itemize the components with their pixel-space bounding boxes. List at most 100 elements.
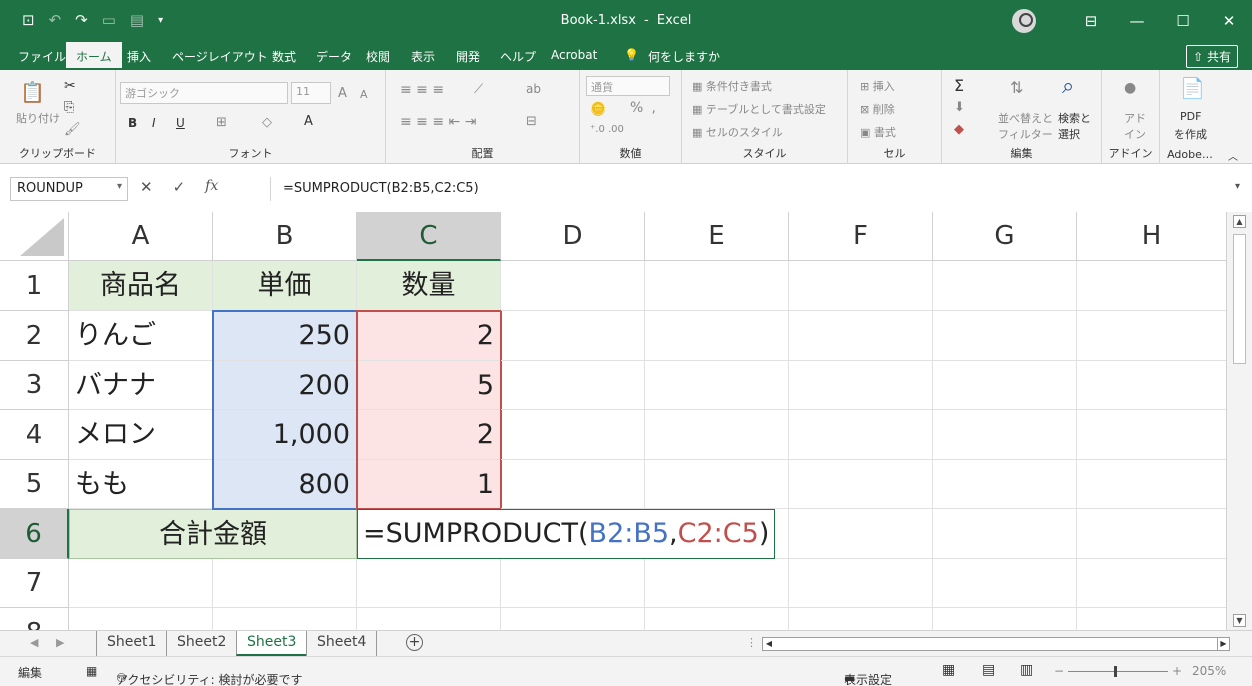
paste-label[interactable]: 貼り付け [16, 110, 60, 126]
cell-c2[interactable]: 2 [357, 311, 501, 361]
cell-f2[interactable] [789, 311, 933, 361]
cell-d2[interactable] [501, 311, 645, 361]
percent-button[interactable]: % [630, 100, 643, 116]
cell-a6-merged[interactable]: 合計金額 [69, 509, 357, 559]
cell-b1[interactable]: 単価 [213, 261, 357, 311]
cell-d4[interactable] [501, 410, 645, 460]
cell-a3[interactable]: バナナ [69, 361, 213, 410]
sheet-tab-3[interactable]: Sheet3 [236, 631, 307, 656]
cell-d5[interactable] [501, 460, 645, 509]
cell-h1[interactable] [1077, 261, 1227, 311]
zoom-out-icon[interactable]: − [1054, 664, 1064, 678]
cell-g4[interactable] [933, 410, 1077, 460]
cell-b3[interactable]: 200 [213, 361, 357, 410]
sheet-tab-4[interactable]: Sheet4 [306, 631, 378, 656]
create-pdf-label-1[interactable]: PDF [1180, 110, 1201, 123]
copy-icon[interactable]: ⎘ [64, 100, 74, 115]
cell-d1[interactable] [501, 261, 645, 311]
tab-insert[interactable]: 挿入 [127, 48, 151, 65]
column-header-b[interactable]: B [213, 212, 357, 261]
autosum-button[interactable]: Σ [954, 76, 964, 95]
sort-filter-icon[interactable]: ⇅ [1010, 78, 1023, 97]
minimize-button[interactable]: — [1114, 12, 1160, 30]
merge-center-icon[interactable]: ⊟ [526, 114, 537, 129]
row-header-4[interactable]: 4 [0, 410, 69, 460]
tab-acrobat[interactable]: Acrobat [551, 48, 597, 62]
cell-d8[interactable] [501, 608, 645, 630]
find-select-icon[interactable]: ⌕ [1062, 74, 1074, 99]
cell-h5[interactable] [1077, 460, 1227, 509]
cell-h8[interactable] [1077, 608, 1227, 630]
row-header-7[interactable]: 7 [0, 559, 69, 608]
insert-function-button[interactable]: fx [205, 178, 218, 196]
collapse-ribbon-icon[interactable]: ︿ [1228, 148, 1238, 163]
scroll-right-icon[interactable]: ▶ [1217, 638, 1229, 650]
tab-view[interactable]: 表示 [411, 48, 435, 65]
cut-icon[interactable]: ✂ [64, 78, 76, 94]
cell-g2[interactable] [933, 311, 1077, 361]
cell-a4[interactable]: メロン [69, 410, 213, 460]
wrap-text-icon[interactable]: ab [526, 82, 541, 96]
cell-f5[interactable] [789, 460, 933, 509]
cell-c1[interactable]: 数量 [357, 261, 501, 311]
cell-styles-button[interactable]: ▦ セルのスタイル [692, 124, 783, 140]
tab-formulas[interactable]: 数式 [272, 48, 296, 65]
cell-c4[interactable]: 2 [357, 410, 501, 460]
fill-color-icon[interactable]: ◇ [262, 115, 272, 130]
find-select-label-2[interactable]: 選択 [1058, 126, 1080, 142]
tab-developer[interactable]: 開発 [456, 48, 480, 65]
grow-font-button[interactable]: A [338, 86, 347, 101]
tab-home[interactable]: ホーム [66, 42, 122, 70]
cell-h3[interactable] [1077, 361, 1227, 410]
tab-page-layout[interactable]: ページレイアウト [172, 48, 268, 65]
next-sheet-icon[interactable]: ▶ [56, 636, 64, 649]
cell-a2[interactable]: りんご [69, 311, 213, 361]
find-select-label-1[interactable]: 検索と [1058, 110, 1091, 126]
italic-button[interactable]: I [152, 116, 156, 130]
page-break-view-icon[interactable]: ▥ [1020, 662, 1033, 678]
column-header-e[interactable]: E [645, 212, 789, 261]
cell-a8[interactable] [69, 608, 213, 630]
fill-icon[interactable]: ⬇ [954, 100, 965, 115]
sort-filter-label-2[interactable]: フィルター [998, 126, 1053, 142]
zoom-slider-thumb[interactable] [1114, 666, 1117, 677]
cell-c6-editor[interactable]: =SUMPRODUCT(B2:B5,C2:C5) [357, 509, 776, 559]
sheet-tab-2[interactable]: Sheet2 [166, 631, 236, 656]
scroll-down-icon[interactable]: ▼ [1233, 614, 1246, 627]
cell-g6[interactable] [933, 509, 1077, 559]
tell-me-search[interactable]: 何をしますか [648, 48, 720, 65]
restore-button[interactable]: ☐ [1160, 12, 1206, 30]
account-avatar-icon[interactable] [1012, 9, 1036, 33]
page-layout-view-icon[interactable]: ▤ [982, 662, 995, 678]
cell-a7[interactable] [69, 559, 213, 608]
scroll-up-icon[interactable]: ▲ [1233, 215, 1246, 228]
addins-label-2[interactable]: イン [1124, 126, 1146, 142]
zoom-in-icon[interactable]: + [1172, 664, 1182, 678]
tab-data[interactable]: データ [316, 48, 352, 65]
sort-filter-label-1[interactable]: 並べ替えと [998, 110, 1053, 126]
name-box[interactable]: ROUNDUP ▾ [10, 177, 128, 201]
bold-button[interactable]: B [128, 116, 137, 130]
share-button[interactable]: ⇧ 共有 [1186, 45, 1238, 68]
row-header-3[interactable]: 3 [0, 361, 69, 410]
cell-g8[interactable] [933, 608, 1077, 630]
tab-help[interactable]: ヘルプ [500, 48, 536, 65]
cell-g7[interactable] [933, 559, 1077, 608]
close-button[interactable]: ✕ [1206, 12, 1252, 30]
cell-g3[interactable] [933, 361, 1077, 410]
cell-a1[interactable]: 商品名 [69, 261, 213, 311]
format-painter-icon[interactable]: 🖌 [64, 122, 81, 137]
prev-sheet-icon[interactable]: ◀ [30, 636, 38, 649]
conditional-format-button[interactable]: ▦ 条件付き書式 [692, 78, 772, 94]
cell-b4[interactable]: 1,000 [213, 410, 357, 460]
borders-icon[interactable]: ⊞ [216, 115, 227, 130]
cell-h7[interactable] [1077, 559, 1227, 608]
cell-e1[interactable] [645, 261, 789, 311]
row-header-8[interactable]: 8 [0, 608, 69, 630]
format-cells-button[interactable]: ▣ 書式 [860, 124, 896, 140]
delete-cells-button[interactable]: ⊠ 削除 [860, 101, 895, 117]
align-top-icon[interactable]: ≡ ≡ ≡ [400, 82, 444, 98]
tab-file[interactable]: ファイル [18, 48, 66, 65]
row-header-1[interactable]: 1 [0, 261, 69, 311]
addins-icon[interactable]: ● [1124, 80, 1136, 96]
